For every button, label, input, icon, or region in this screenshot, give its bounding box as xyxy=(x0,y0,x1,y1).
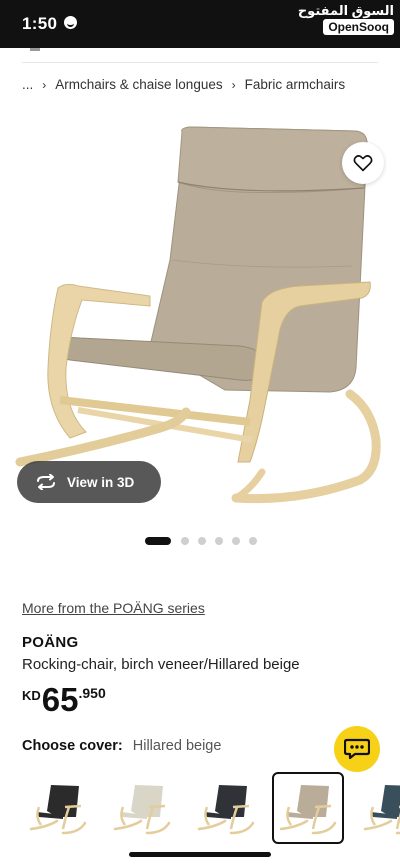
chevron-right-icon: › xyxy=(231,77,236,92)
cover-swatch[interactable] xyxy=(272,772,344,844)
gallery-pagination xyxy=(145,537,266,545)
cover-swatches xyxy=(0,770,400,848)
favorite-button[interactable] xyxy=(342,142,384,184)
cover-swatch[interactable] xyxy=(22,772,94,844)
status-time: 1:50 xyxy=(22,14,58,33)
home-indicator xyxy=(129,852,271,857)
product-description: Rocking-chair, birch veneer/Hillared bei… xyxy=(22,656,300,673)
breadcrumb: ... › Armchairs & chaise longues › Fabri… xyxy=(22,77,345,92)
divider xyxy=(22,62,378,63)
product-image-gallery[interactable]: View in 3D xyxy=(0,110,400,530)
pagination-dot[interactable] xyxy=(198,537,206,545)
pagination-dot[interactable] xyxy=(232,537,240,545)
cover-selected-value: Hillared beige xyxy=(132,738,222,754)
chair-thumbnail xyxy=(279,785,337,835)
price-currency: KD xyxy=(22,688,41,703)
pagination-dot[interactable] xyxy=(249,537,257,545)
smiley-icon xyxy=(64,16,77,29)
pagination-dot[interactable] xyxy=(215,537,223,545)
chair-thumbnail xyxy=(113,785,171,835)
chair-thumbnail xyxy=(29,785,87,835)
cover-label: Choose cover: xyxy=(22,738,123,754)
rotate-3d-icon xyxy=(37,474,55,490)
price-integer: 65 xyxy=(41,681,79,718)
chair-thumbnail xyxy=(363,785,400,835)
price-decimal: .950 xyxy=(78,685,106,701)
pagination-dot[interactable] xyxy=(181,537,189,545)
cover-swatch[interactable] xyxy=(106,772,178,844)
breadcrumb-ellipsis[interactable]: ... xyxy=(22,77,33,92)
cover-selector-label: Choose cover: Hillared beige xyxy=(22,738,221,754)
cover-swatch[interactable] xyxy=(356,772,400,844)
chat-button[interactable] xyxy=(334,726,380,772)
breadcrumb-item-fabric-armchairs[interactable]: Fabric armchairs xyxy=(245,77,346,92)
status-bar: 1:50 السوق المفتوح OpenSooq xyxy=(0,0,400,48)
watermark-english: OpenSooq xyxy=(323,19,394,35)
heart-icon xyxy=(353,155,373,172)
view-in-3d-button[interactable]: View in 3D xyxy=(17,461,161,503)
cover-swatch[interactable] xyxy=(190,772,262,844)
header-remnant xyxy=(0,48,400,62)
watermark: السوق المفتوح OpenSooq xyxy=(298,3,394,36)
product-page: 1:50 السوق المفتوح OpenSooq ... › Armcha… xyxy=(0,0,400,866)
watermark-arabic: السوق المفتوح xyxy=(297,3,394,18)
series-link[interactable]: More from the POÄNG series xyxy=(22,600,205,616)
chevron-right-icon: › xyxy=(42,77,47,92)
chair-thumbnail xyxy=(197,785,255,835)
product-price: KD 65 .950 xyxy=(22,681,106,719)
breadcrumb-item-armchairs[interactable]: Armchairs & chaise longues xyxy=(55,77,222,92)
view-in-3d-label: View in 3D xyxy=(67,474,135,490)
pagination-dot-active[interactable] xyxy=(145,537,171,545)
chat-bubble-icon xyxy=(344,738,370,760)
product-name: POÄNG xyxy=(22,634,79,651)
